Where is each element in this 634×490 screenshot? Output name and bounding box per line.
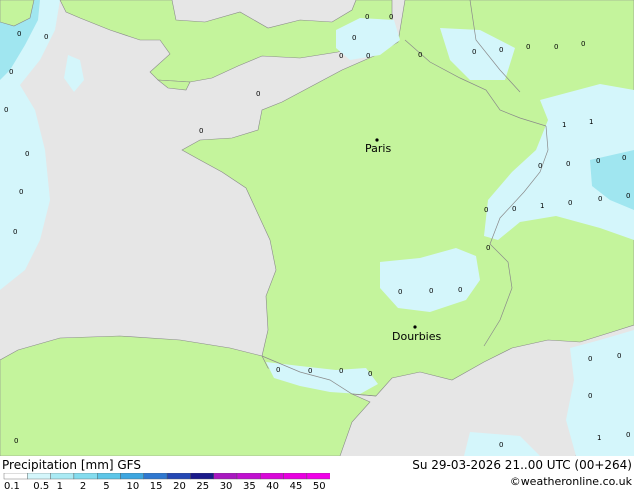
precip-value: 1 xyxy=(540,202,544,210)
precip-value: 0 xyxy=(617,352,621,360)
precip-value: 0 xyxy=(366,52,370,60)
precip-value: 0 xyxy=(499,46,503,54)
precip-value: 0 xyxy=(352,34,356,42)
precip-value: 0 xyxy=(256,90,260,98)
scale-swatch xyxy=(190,473,214,480)
scale-tick-label: 20 xyxy=(173,481,186,490)
scale-swatch xyxy=(50,473,75,480)
precip-value: 0 xyxy=(199,127,203,135)
precip-value: 0 xyxy=(512,205,516,213)
precip-value: 1 xyxy=(589,118,593,126)
legend-title: Precipitation [mm] GFS xyxy=(2,458,141,472)
scale-swatch xyxy=(260,473,284,480)
scale-swatch xyxy=(27,473,51,480)
precip-value: 0 xyxy=(308,367,312,375)
precip-value: 0 xyxy=(389,13,393,21)
credit-link[interactable]: ©weatheronline.co.uk xyxy=(510,475,632,488)
forecast-date: Su 29-03-2026 21..00 UTC (00+264) xyxy=(412,458,632,472)
scale-swatch xyxy=(143,473,168,480)
scale-swatch xyxy=(166,473,191,480)
precip-value: 0 xyxy=(472,48,476,56)
scale-ticks: 0.1 0.5 1 2 5 10 15 20 25 30 35 40 45 50 xyxy=(4,481,326,490)
precip-value: 0 xyxy=(622,154,626,162)
precip-value: 0 xyxy=(568,199,572,207)
precip-value: 0 xyxy=(339,52,343,60)
precip-value: 1 xyxy=(562,121,566,129)
scale-tick-label: 0.5 xyxy=(33,481,49,490)
precip-value: 0 xyxy=(9,68,13,76)
precip-value: 0 xyxy=(368,370,372,378)
precip-value: 0 xyxy=(4,106,8,114)
scale-swatch xyxy=(73,473,98,480)
scale-swatch xyxy=(120,473,144,480)
precip-value: 0 xyxy=(13,228,17,236)
precip-value: 1 xyxy=(597,434,601,442)
precip-value: 0 xyxy=(14,437,18,445)
scale-tick-label: 40 xyxy=(266,481,279,490)
precip-value: 0 xyxy=(418,51,422,59)
precip-value: 0 xyxy=(365,13,369,21)
precip-value: 0 xyxy=(554,43,558,51)
precip-value: 0 xyxy=(339,367,343,375)
precip-value: 0 xyxy=(626,192,630,200)
precip-value: 0 xyxy=(538,162,542,170)
scale-tick-label: 45 xyxy=(290,481,303,490)
precip-value: 0 xyxy=(596,157,600,165)
precip-value: 0 xyxy=(626,431,630,439)
precip-value: 0 xyxy=(598,195,602,203)
precip-value: 0 xyxy=(484,206,488,214)
scale-tick-label: 15 xyxy=(150,481,163,490)
city-label: Dourbies xyxy=(392,330,442,343)
precip-value: 0 xyxy=(17,30,21,38)
scale-tick-label: 50 xyxy=(313,481,326,490)
scale-swatch xyxy=(96,473,121,480)
precip-value: 0 xyxy=(588,392,592,400)
scale-tick-label: 35 xyxy=(243,481,256,490)
city-label: Paris xyxy=(365,142,391,155)
scale-tick-label: 10 xyxy=(127,481,140,490)
precip-value: 0 xyxy=(398,288,402,296)
precip-value: 0 xyxy=(25,150,29,158)
scale-swatch xyxy=(3,473,28,480)
scale-tick-label: 0.1 xyxy=(4,481,20,490)
precip-value: 0 xyxy=(588,355,592,363)
scale-swatch xyxy=(213,473,238,480)
scale-swatches xyxy=(3,473,330,480)
precip-value: 0 xyxy=(458,286,462,294)
precip-value: 0 xyxy=(526,43,530,51)
scale-swatch xyxy=(306,473,330,480)
scale-tick-label: 5 xyxy=(103,481,109,490)
precip-value: 0 xyxy=(499,441,503,449)
precipitation-scale: 0.1 0.5 1 2 5 10 15 20 25 30 35 40 45 50 xyxy=(3,473,330,490)
precip-value: 0 xyxy=(19,188,23,196)
scale-tick-label: 1 xyxy=(57,481,63,490)
precip-value: 0 xyxy=(581,40,585,48)
precip-value: 0 xyxy=(566,160,570,168)
precip-value: 0 xyxy=(44,33,48,41)
scale-tick-label: 30 xyxy=(220,481,233,490)
city-marker xyxy=(413,325,417,329)
precipitation-map: 0 0 0 0 0 0 0 0 0 0 0 0 0 0 0 0 0 0 0 0 … xyxy=(0,0,634,456)
scale-swatch xyxy=(283,473,308,480)
scale-tick-label: 25 xyxy=(196,481,209,490)
precip-value: 0 xyxy=(429,287,433,295)
precip-value: 0 xyxy=(276,366,280,374)
scale-tick-label: 2 xyxy=(80,481,86,490)
scale-swatch xyxy=(236,473,261,480)
precip-value: 0 xyxy=(486,244,490,252)
